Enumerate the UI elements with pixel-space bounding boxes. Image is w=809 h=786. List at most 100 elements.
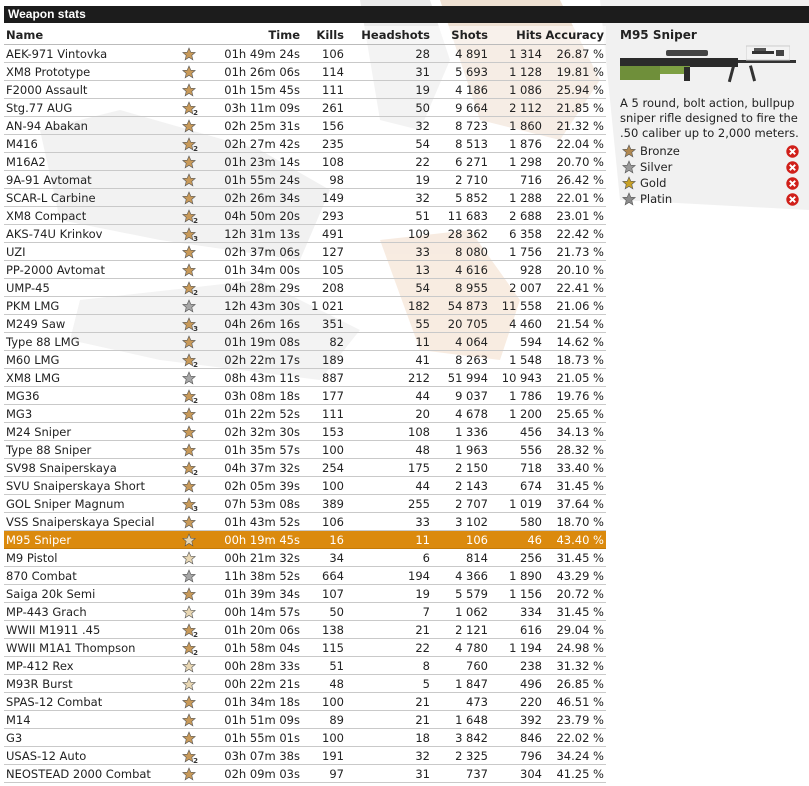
table-row[interactable]: UZI 02h 37m 06s 127 33 8 080 1 756 21.73 % xyxy=(4,242,606,261)
table-row[interactable]: MG3 01h 22m 52s 111 20 4 678 1 200 25.65 % xyxy=(4,404,606,423)
table-row[interactable]: SV98 Snaiperskaya 2 04h 37m 32s 254 175 2 150… xyxy=(4,458,606,477)
table-row[interactable]: Saiga 20k Semi 01h 39m 34s 107 19 5 579 1 156… xyxy=(4,584,606,603)
weapon-name[interactable]: SPAS-12 Combat xyxy=(4,692,176,711)
table-row[interactable]: M95 Sniper 00h 19m 45s 16 11 106 46 43.40 % xyxy=(4,530,606,549)
weapon-name[interactable]: 870 Combat xyxy=(4,566,176,585)
table-row[interactable]: M9 Pistol 00h 21m 32s 34 6 814 256 31.45 % xyxy=(4,548,606,567)
table-row[interactable]: M14 01h 51m 09s 89 21 1 648 392 23.79 % xyxy=(4,710,606,729)
table-row[interactable]: GOL Sniper Magnum 3 07h 53m 08s 389 255 2 707… xyxy=(4,494,606,513)
weapon-name[interactable]: M60 LMG xyxy=(4,350,176,369)
weapon-name[interactable]: XM8 Prototype xyxy=(4,62,176,81)
accuracy-cell: 21.32 % xyxy=(544,116,606,135)
table-row[interactable]: AEK-971 Vintovka 01h 49m 24s 106 28 4 891 1 3… xyxy=(4,44,606,63)
table-row[interactable]: M24 Sniper 02h 32m 30s 153 108 1 336 456 34.13… xyxy=(4,422,606,441)
column-header-name[interactable]: Name xyxy=(4,26,176,45)
accuracy-cell: 18.70 % xyxy=(544,512,606,531)
weapon-name[interactable]: MG3 xyxy=(4,404,176,423)
remove-award-icon[interactable] xyxy=(786,145,799,158)
accuracy-cell: 26.87 % xyxy=(544,44,606,63)
rank-star-cell xyxy=(176,296,202,315)
table-row[interactable]: UMP-45 2 04h 28m 29s 208 54 8 955 2 007 22.41 % xyxy=(4,278,606,297)
weapon-name[interactable]: G3 xyxy=(4,728,176,747)
table-row[interactable]: 9A-91 Avtomat 01h 55m 24s 98 19 2 710 716 26.4… xyxy=(4,170,606,189)
weapon-name[interactable]: M16A2 xyxy=(4,152,176,171)
weapon-name[interactable]: F2000 Assault xyxy=(4,80,176,99)
table-row[interactable]: PP-2000 Avtomat 01h 34m 00s 105 13 4 616 928 2… xyxy=(4,260,606,279)
table-row[interactable]: Type 88 LMG 01h 19m 08s 82 11 4 064 594 14.62 … xyxy=(4,332,606,351)
column-header-kills[interactable]: Kills xyxy=(302,26,346,45)
weapon-name[interactable]: VSS Snaiperskaya Special xyxy=(4,512,176,531)
table-row[interactable]: M416 2 02h 27m 42s 235 54 8 513 1 876 22.04 % xyxy=(4,134,606,153)
weapon-name[interactable]: M249 Saw xyxy=(4,314,176,333)
table-row[interactable]: SCAR-L Carbine 02h 26m 34s 149 32 5 852 1 288… xyxy=(4,188,606,207)
weapon-name[interactable]: M416 xyxy=(4,134,176,153)
table-row[interactable]: WWII M1A1 Thompson 2 01h 58m 04s 115 22 4 780… xyxy=(4,638,606,657)
table-row[interactable]: Type 88 Sniper 01h 35m 57s 100 48 1 963 556 28… xyxy=(4,440,606,459)
table-row[interactable]: VSS Snaiperskaya Special 01h 43m 52s 106 33… xyxy=(4,512,606,531)
column-header-hits[interactable]: Hits xyxy=(490,26,544,45)
weapon-name[interactable]: M9 Pistol xyxy=(4,548,176,567)
weapon-name[interactable]: AKS-74U Krinkov xyxy=(4,224,176,243)
weapon-name[interactable]: AN-94 Abakan xyxy=(4,116,176,135)
weapon-name[interactable]: XM8 Compact xyxy=(4,206,176,225)
weapon-name[interactable]: SV98 Snaiperskaya xyxy=(4,458,176,477)
weapon-name[interactable]: UMP-45 xyxy=(4,278,176,297)
weapon-name[interactable]: PP-2000 Avtomat xyxy=(4,260,176,279)
table-row[interactable]: MG36 2 03h 08m 18s 177 44 9 037 1 786 19.76 % xyxy=(4,386,606,405)
table-row[interactable]: USAS-12 Auto 2 03h 07m 38s 191 32 2 325 796 34.… xyxy=(4,746,606,765)
weapon-name[interactable]: MP-443 Grach xyxy=(4,602,176,621)
table-row[interactable]: AKS-74U Krinkov 3 12h 31m 13s 491 109 28 362 6… xyxy=(4,224,606,243)
weapon-name[interactable]: WWII M1911 .45 xyxy=(4,620,176,639)
weapon-name[interactable]: USAS-12 Auto xyxy=(4,746,176,765)
weapon-name[interactable]: Type 88 Sniper xyxy=(4,440,176,459)
table-row[interactable]: G3 01h 55m 01s 100 18 3 842 846 22.02 % xyxy=(4,728,606,747)
table-row[interactable]: M16A2 01h 23m 14s 108 22 6 271 1 298 20.70 % xyxy=(4,152,606,171)
column-header-headshots[interactable]: Headshots xyxy=(346,26,432,45)
weapon-name[interactable]: M14 xyxy=(4,710,176,729)
table-row[interactable]: NEOSTEAD 2000 Combat 02h 09m 03s 97 31 737 30… xyxy=(4,764,606,783)
weapon-name[interactable]: Saiga 20k Semi xyxy=(4,584,176,603)
weapon-name[interactable]: PKM LMG xyxy=(4,296,176,315)
table-row[interactable]: XM8 LMG 08h 43m 11s 887 212 51 994 10 943 21.0… xyxy=(4,368,606,387)
table-row[interactable]: WWII M1911 .45 2 01h 20m 06s 138 21 2 121 616 2… xyxy=(4,620,606,639)
table-row[interactable]: MP-412 Rex 00h 28m 33s 51 8 760 238 31.32 % xyxy=(4,656,606,675)
remove-award-icon[interactable] xyxy=(786,161,799,174)
table-row[interactable]: M249 Saw 3 04h 26m 16s 351 55 20 705 4 460 21.5… xyxy=(4,314,606,333)
table-row[interactable]: Stg.77 AUG 2 03h 11m 09s 261 50 9 664 2 112 21.… xyxy=(4,98,606,117)
weapon-name[interactable]: XM8 LMG xyxy=(4,368,176,387)
weapon-name[interactable]: Type 88 LMG xyxy=(4,332,176,351)
column-header-time[interactable]: Time xyxy=(202,26,302,45)
weapon-name[interactable]: M95 Sniper xyxy=(4,530,176,549)
table-row[interactable]: F2000 Assault 01h 15m 45s 111 19 4 186 1 086 2… xyxy=(4,80,606,99)
weapon-name[interactable]: MP-412 Rex xyxy=(4,656,176,675)
table-row[interactable]: AN-94 Abakan 02h 25m 31s 156 32 8 723 1 860 21… xyxy=(4,116,606,135)
table-row[interactable]: MP-443 Grach 00h 14m 57s 50 7 1 062 334 31.45 … xyxy=(4,602,606,621)
weapon-name[interactable]: Stg.77 AUG xyxy=(4,98,176,117)
table-row[interactable]: PKM LMG 12h 43m 30s 1 021 182 54 873 11 558 21… xyxy=(4,296,606,315)
weapon-name[interactable]: SCAR-L Carbine xyxy=(4,188,176,207)
column-header-accuracy[interactable]: Accuracy xyxy=(544,26,606,45)
column-header-shots[interactable]: Shots xyxy=(432,26,490,45)
weapon-name[interactable]: M24 Sniper xyxy=(4,422,176,441)
table-row[interactable]: XM8 Compact 2 04h 50m 20s 293 51 11 683 2 688 2… xyxy=(4,206,606,225)
table-row[interactable]: M60 LMG 2 02h 22m 17s 189 41 8 263 1 548 18.73 … xyxy=(4,350,606,369)
table-row[interactable]: M93R Burst 00h 22m 21s 48 5 1 847 496 26.85 % xyxy=(4,674,606,693)
table-row[interactable]: SPAS-12 Combat 01h 34m 18s 100 21 473 220 46.5… xyxy=(4,692,606,711)
weapon-name[interactable]: NEOSTEAD 2000 Combat xyxy=(4,764,176,783)
remove-award-icon[interactable] xyxy=(786,177,799,190)
weapon-name[interactable]: UZI xyxy=(4,242,176,261)
table-row[interactable]: SVU Snaiperskaya Short 02h 05m 39s 100 44 2 … xyxy=(4,476,606,495)
table-row[interactable]: 870 Combat 11h 38m 52s 664 194 4 366 1 890 43.… xyxy=(4,566,606,585)
weapon-name[interactable]: MG36 xyxy=(4,386,176,405)
table-row[interactable]: XM8 Prototype 01h 26m 06s 114 31 5 693 1 128 1… xyxy=(4,62,606,81)
weapon-name[interactable]: AEK-971 Vintovka xyxy=(4,44,176,63)
weapon-name[interactable]: WWII M1A1 Thompson xyxy=(4,638,176,657)
weapon-name[interactable]: SVU Snaiperskaya Short xyxy=(4,476,176,495)
remove-award-icon[interactable] xyxy=(786,193,799,206)
weapon-name[interactable]: M93R Burst xyxy=(4,674,176,693)
rank-star-cell: 2 xyxy=(176,350,202,369)
bronze-star-icon: 2 xyxy=(182,100,198,117)
hits-cell: 304 xyxy=(490,764,544,783)
weapon-name[interactable]: 9A-91 Avtomat xyxy=(4,170,176,189)
weapon-name[interactable]: GOL Sniper Magnum xyxy=(4,494,176,513)
